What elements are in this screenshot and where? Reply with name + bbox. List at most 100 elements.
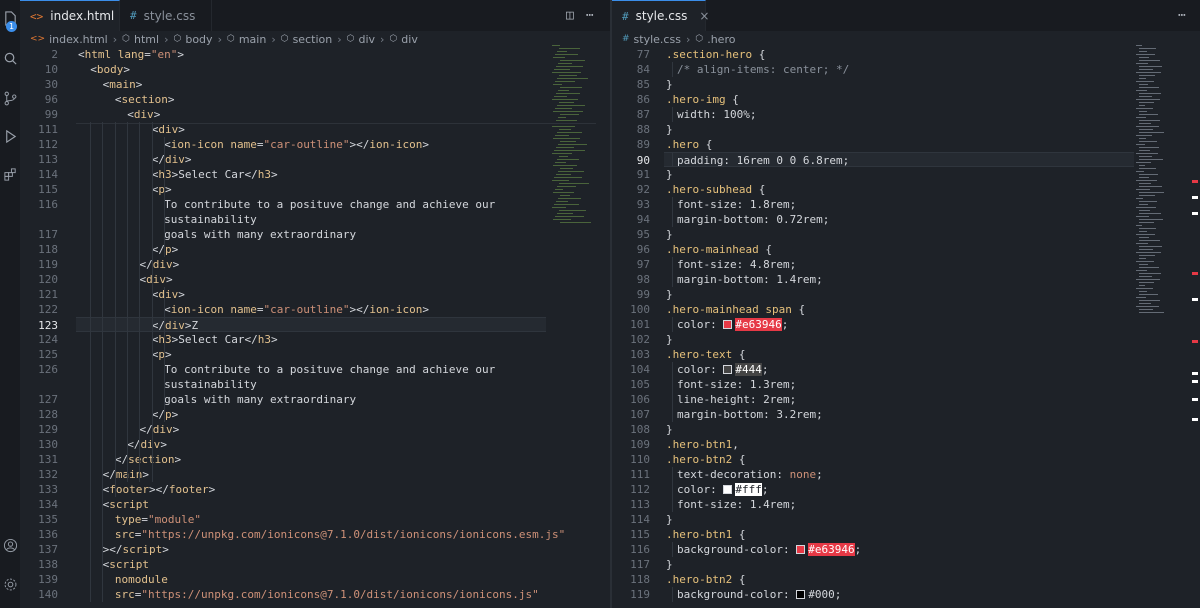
code-line[interactable]: 114 <h3>Select Car</h3>	[20, 167, 610, 182]
code-line[interactable]: 119 </div>	[20, 257, 610, 272]
code-line[interactable]: 97 font-size: 4.8rem;	[612, 257, 1200, 272]
tab-style-css[interactable]: # style.css ×	[612, 0, 709, 31]
code-line[interactable]: 96 <section>	[20, 92, 610, 107]
more-actions-icon[interactable]: ⋯	[586, 8, 594, 23]
settings-icon[interactable]	[0, 574, 20, 594]
code-line[interactable]: sustainability	[20, 377, 610, 392]
code-line[interactable]: 123 </div>Z	[38, 317, 546, 332]
color-swatch[interactable]	[723, 485, 733, 494]
code-line[interactable]: 99}	[612, 287, 1200, 302]
code-line[interactable]: 122 <ion-icon name="car-outline"></ion-ic…	[20, 302, 610, 317]
breadcrumb-item[interactable]: div	[358, 33, 375, 46]
code-line[interactable]: 136 src="https://unpkg.com/ionicons@7.1.0…	[20, 527, 610, 542]
code-line[interactable]: 121 <div>	[20, 287, 610, 302]
source-control-icon[interactable]	[0, 88, 20, 108]
code-line[interactable]: 120 <div>	[20, 272, 610, 287]
breadcrumb-item[interactable]: .hero	[707, 33, 735, 46]
code-line[interactable]: 98 margin-bottom: 1.4rem;	[612, 272, 1200, 287]
close-icon[interactable]: ×	[699, 9, 709, 23]
code-line[interactable]: 112 color: #fff;	[612, 482, 1200, 497]
code-line[interactable]: 126 To contribute to a posituve change an…	[20, 362, 610, 377]
code-line[interactable]: 138 <script	[20, 557, 610, 572]
split-editor-icon[interactable]: ◫	[566, 8, 574, 23]
code-line[interactable]: 115 .hero-btn1 {	[612, 527, 1200, 542]
code-line[interactable]: 93 font-size: 1.8rem;	[612, 197, 1200, 212]
code-line[interactable]: sustainability	[20, 212, 610, 227]
code-line[interactable]: 84 /* align-items: center; */	[612, 62, 1200, 77]
code-line[interactable]: 108}	[612, 422, 1200, 437]
breadcrumb-item[interactable]: main	[239, 33, 266, 46]
code-line[interactable]: 113 </div>	[20, 152, 610, 167]
code-editor[interactable]: 77 .section-hero {84/* align-items: cente…	[612, 47, 1200, 608]
code-line[interactable]: 30 <main>	[20, 77, 610, 92]
code-line[interactable]: 95}	[612, 227, 1200, 242]
code-line[interactable]: 112 <ion-icon name="car-outline"></ion-ic…	[20, 137, 610, 152]
breadcrumb-item[interactable]: section	[293, 33, 333, 46]
minimap[interactable]	[552, 45, 592, 245]
tab-index-html[interactable]: <> index.html	[20, 0, 120, 31]
code-line[interactable]: 96 .hero-mainhead {	[612, 242, 1200, 257]
code-line[interactable]: 119 background-color: #000;	[612, 587, 1200, 602]
more-actions-icon[interactable]: ⋯	[1178, 8, 1186, 23]
breadcrumb-item[interactable]: index.html	[49, 33, 108, 46]
tab-style-css[interactable]: # style.css	[120, 0, 212, 31]
color-swatch[interactable]	[796, 545, 806, 554]
code-line[interactable]: 106 line-height: 2rem;	[612, 392, 1200, 407]
minimap[interactable]	[1136, 45, 1176, 345]
color-swatch[interactable]	[723, 365, 733, 374]
code-line[interactable]: 102}	[612, 332, 1200, 347]
code-line[interactable]: 134 <script	[20, 497, 610, 512]
breadcrumb-item[interactable]: body	[185, 33, 212, 46]
code-line[interactable]: 105 font-size: 1.3rem;	[612, 377, 1200, 392]
code-line[interactable]: 92 .hero-subhead {	[612, 182, 1200, 197]
account-icon[interactable]	[0, 535, 20, 555]
breadcrumb-item[interactable]: div	[401, 33, 418, 46]
code-line[interactable]: 94 margin-bottom: 0.72rem;	[612, 212, 1200, 227]
color-swatch[interactable]	[723, 320, 733, 329]
code-line[interactable]: 124 <h3>Select Car</h3>	[20, 332, 610, 347]
code-line[interactable]: 129 </div>	[20, 422, 610, 437]
code-line[interactable]: 116 background-color: #e63946;	[612, 542, 1200, 557]
search-icon[interactable]	[0, 48, 20, 68]
code-line[interactable]: 90 padding: 16rem 0 0 6.8rem;	[637, 152, 1134, 167]
code-line[interactable]: 10 <body>	[20, 62, 610, 77]
code-line[interactable]: 125 <p>	[20, 347, 610, 362]
overview-ruler[interactable]	[1192, 0, 1200, 608]
code-line[interactable]: 86 .hero-img {	[612, 92, 1200, 107]
code-line[interactable]: 113 font-size: 1.4rem;	[612, 497, 1200, 512]
code-line[interactable]: 116 To contribute to a posituve change an…	[20, 197, 610, 212]
code-line[interactable]: 2 <html lang="en">	[20, 47, 610, 62]
breadcrumb-item[interactable]: style.css	[634, 33, 681, 46]
code-line[interactable]: 110 .hero-btn2 {	[612, 452, 1200, 467]
code-line[interactable]: 140 src="https://unpkg.com/ionicons@7.1.0…	[20, 587, 610, 602]
code-line[interactable]: 139 nomodule	[20, 572, 610, 587]
code-line[interactable]: 111 <div>	[20, 122, 610, 137]
code-line[interactable]: 118 .hero-btn2 {	[612, 572, 1200, 587]
code-line[interactable]: 115 <p>	[20, 182, 610, 197]
code-line[interactable]: 137 ></script>	[20, 542, 610, 557]
code-line[interactable]: 111 text-decoration: none;	[612, 467, 1200, 482]
code-line[interactable]: 103 .hero-text {	[612, 347, 1200, 362]
code-line[interactable]: 88}	[612, 122, 1200, 137]
code-line[interactable]: 109 .hero-btn1,	[612, 437, 1200, 452]
code-line[interactable]: 104 color: #444;	[612, 362, 1200, 377]
code-line[interactable]: 127 goals with many extraordinary	[20, 392, 610, 407]
code-line[interactable]: 135 type="module"	[20, 512, 610, 527]
extensions-icon[interactable]	[0, 164, 20, 184]
code-line[interactable]: 114}	[612, 512, 1200, 527]
code-line[interactable]: 133 <footer></footer>	[20, 482, 610, 497]
code-line[interactable]: 107 margin-bottom: 3.2rem;	[612, 407, 1200, 422]
breadcrumb-item[interactable]: html	[134, 33, 159, 46]
code-editor[interactable]: 2 <html lang="en"> 10 <body> 30 <main> 96 <sect…	[20, 47, 610, 608]
code-line[interactable]: 130 </div>	[20, 437, 610, 452]
code-line[interactable]: 77 .section-hero {	[612, 47, 1200, 62]
code-line[interactable]: 91}	[612, 167, 1200, 182]
code-line[interactable]: 128 </p>	[20, 407, 610, 422]
run-debug-icon[interactable]	[0, 126, 20, 146]
code-line[interactable]: 117}	[612, 557, 1200, 572]
code-line[interactable]: 85}	[612, 77, 1200, 92]
code-line[interactable]: 87 width: 100%;	[612, 107, 1200, 122]
code-line[interactable]: 100 .hero-mainhead span {	[612, 302, 1200, 317]
code-line[interactable]: 89 .hero {	[612, 137, 1200, 152]
code-line[interactable]: 117 goals with many extraordinary	[20, 227, 610, 242]
